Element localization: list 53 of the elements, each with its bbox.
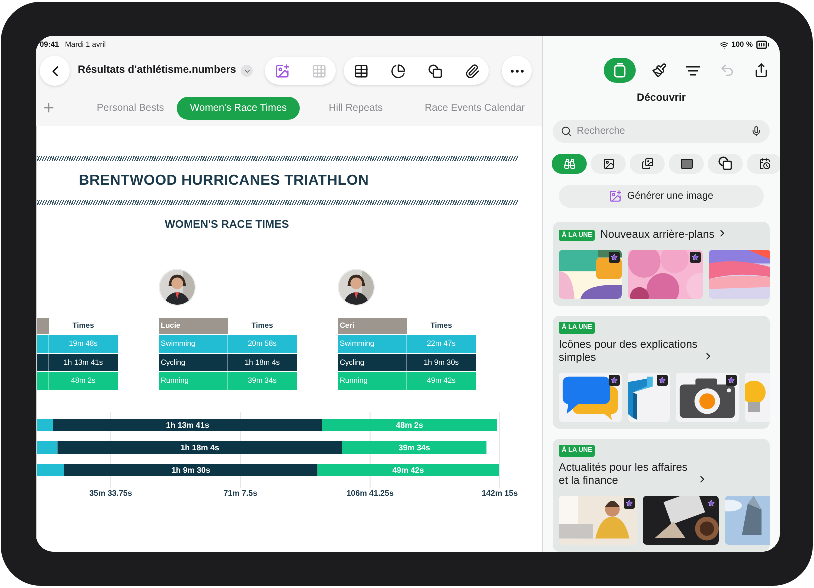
section-title[interactable]: Actualités pour les affaires et la finance xyxy=(559,462,695,488)
document-title[interactable]: Résultats d'athlétisme.numbers xyxy=(78,63,236,79)
image-icon xyxy=(602,158,614,170)
axis-tick-label: 35m 33.75s xyxy=(90,489,132,498)
bar-label: 49m 42s xyxy=(392,466,424,475)
search-field[interactable]: Recherche xyxy=(553,120,770,143)
toolbar-button[interactable] xyxy=(426,62,444,80)
battery-icon xyxy=(756,38,770,52)
microphone-icon xyxy=(751,126,762,138)
share-icon xyxy=(754,63,768,78)
bar-label: 1h 13m 41s xyxy=(166,421,210,430)
title-menu-button[interactable] xyxy=(241,65,254,77)
calendar-clock-icon xyxy=(758,158,770,170)
lines-icon xyxy=(686,66,700,76)
search-input[interactable]: Recherche xyxy=(577,124,746,140)
bar-label: 1h 18m 4s xyxy=(180,444,220,452)
shapes-icon xyxy=(718,156,733,172)
category-chip[interactable] xyxy=(630,154,665,174)
more-button[interactable] xyxy=(502,56,532,86)
search-icon xyxy=(561,126,572,138)
category-chip[interactable] xyxy=(747,154,780,174)
section-title[interactable]: Icônes pour des explications simples xyxy=(559,339,701,366)
category-chip[interactable] xyxy=(591,154,626,174)
shapes-icon xyxy=(428,64,443,78)
sheet-subtitle: WOMEN'S RACE TIMES xyxy=(165,218,290,233)
category-chip[interactable] xyxy=(708,154,743,174)
paintbrush-icon xyxy=(652,63,666,78)
table-icon xyxy=(354,64,369,78)
image-sparkle-icon xyxy=(609,190,622,204)
sheet-title: BRENTWOOD HURRICANES TRIATHLON xyxy=(79,172,370,191)
grid-icon xyxy=(312,64,327,78)
section-title[interactable]: Nouveaux arrière-plans xyxy=(600,229,715,242)
plus-icon xyxy=(42,101,56,115)
more-icon xyxy=(510,70,524,72)
toolbar-button[interactable] xyxy=(389,62,408,80)
bar-label: 48m 2s xyxy=(396,421,424,430)
axis-tick-label: 71m 7.5s xyxy=(224,489,258,498)
panel-title: Découvrir xyxy=(636,91,686,106)
paperclip-icon xyxy=(464,64,480,78)
generate-image-button[interactable]: Générer une image xyxy=(559,184,764,208)
bar-label: 1h 9m 30s xyxy=(172,466,210,475)
binoculars-icon xyxy=(564,158,576,170)
category-chip[interactable] xyxy=(669,154,704,174)
back-button[interactable] xyxy=(40,56,70,86)
axis-tick-label: 106m 41.25s xyxy=(346,489,394,498)
bar-label: 39m 34s xyxy=(398,444,430,452)
undo-icon xyxy=(720,63,734,78)
add-sheet-button[interactable] xyxy=(42,101,56,115)
image-sparkle-icon xyxy=(274,64,290,78)
images-icon xyxy=(642,158,654,170)
pie-chart-icon xyxy=(390,64,406,78)
axis-tick-label: 142m 15s xyxy=(482,489,518,498)
wifi-icon xyxy=(720,40,729,50)
